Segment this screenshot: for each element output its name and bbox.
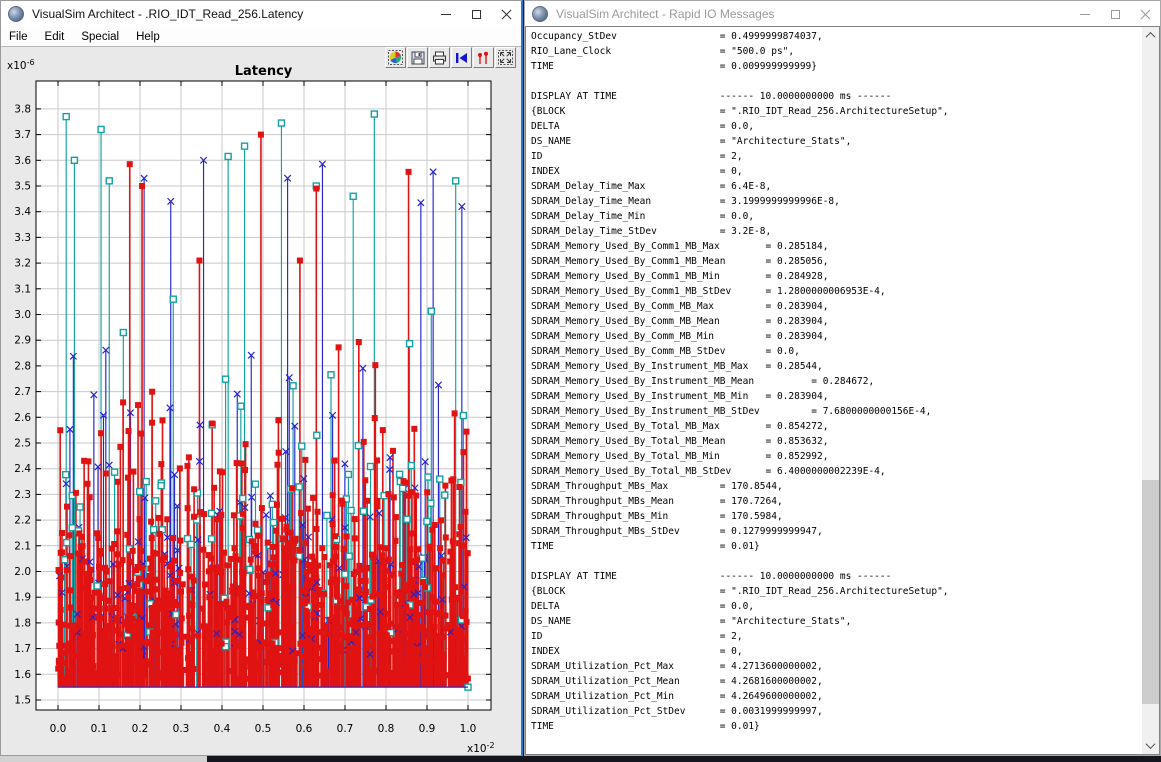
svg-text:0.8: 0.8 <box>378 723 395 735</box>
save-button[interactable] <box>407 47 428 68</box>
right-titlebar[interactable]: VisualSim Architect - Rapid IO Messages <box>525 1 1160 27</box>
print-button[interactable] <box>429 47 450 68</box>
minimize-button[interactable] <box>431 1 461 27</box>
left-window-title: VisualSim Architect - .RIO_IDT_Read_256.… <box>32 7 304 21</box>
svg-text:3.8: 3.8 <box>14 103 31 115</box>
svg-text:2.6: 2.6 <box>14 412 31 424</box>
svg-text:0.7: 0.7 <box>337 723 354 735</box>
left-titlebar[interactable]: VisualSim Architect - .RIO_IDT_Read_256.… <box>1 1 521 27</box>
svg-text:2.2: 2.2 <box>14 515 31 527</box>
scrollbar-thumb[interactable] <box>1142 480 1159 704</box>
stem-plot-button[interactable] <box>473 47 494 68</box>
right-window-title: VisualSim Architect - Rapid IO Messages <box>556 7 775 21</box>
menu-edit[interactable]: Edit <box>43 30 67 44</box>
minimize-icon <box>441 13 451 15</box>
menu-help[interactable]: Help <box>134 30 162 44</box>
visualsim-app-icon <box>532 6 548 22</box>
chart-panel: Latency 1.5 1.6 1.7 1.8 1.9 2.0 2.1 2.2 2.3 2.4 2.5… <box>1 47 521 755</box>
svg-text:2.5: 2.5 <box>14 438 31 450</box>
menu-special[interactable]: Special <box>79 30 121 44</box>
maximize-button[interactable] <box>461 1 491 27</box>
svg-text:2.3: 2.3 <box>14 489 31 501</box>
console-output-area[interactable]: Occupancy_StDev = 0.4999999874037, RIO_L… <box>525 26 1160 755</box>
svg-text:1.7: 1.7 <box>14 643 31 655</box>
console-output: Occupancy_StDev = 0.4999999874037, RIO_L… <box>531 31 949 732</box>
taskbar-strip <box>0 756 207 762</box>
svg-text:3.1: 3.1 <box>14 283 31 295</box>
minimize-icon <box>1080 13 1090 15</box>
svg-text:3.4: 3.4 <box>14 206 31 218</box>
svg-text:3.7: 3.7 <box>14 129 31 141</box>
fill-plot-icon <box>498 50 513 65</box>
maximize-icon <box>471 9 481 19</box>
scroll-up-button[interactable] <box>1142 27 1159 44</box>
svg-text:0.4: 0.4 <box>214 723 231 735</box>
stem-plot-icon <box>478 51 488 64</box>
svg-text:x10-6: x10-6 <box>7 58 35 72</box>
close-button[interactable] <box>1130 1 1160 27</box>
fill-plot-button[interactable] <box>495 47 516 68</box>
chevron-up-icon <box>1145 31 1156 42</box>
svg-text:0.0: 0.0 <box>50 723 67 735</box>
save-icon <box>411 51 424 64</box>
svg-text:1.6: 1.6 <box>14 669 31 681</box>
menu-file[interactable]: File <box>7 30 30 44</box>
print-icon <box>433 51 446 64</box>
svg-text:1.5: 1.5 <box>14 695 31 707</box>
svg-text:1.0: 1.0 <box>460 723 477 735</box>
close-button[interactable] <box>491 1 521 27</box>
svg-text:0.3: 0.3 <box>173 723 190 735</box>
palette-icon <box>388 50 403 65</box>
svg-text:2.9: 2.9 <box>14 335 31 347</box>
close-icon <box>1140 9 1151 20</box>
close-icon <box>501 9 512 20</box>
svg-text:3.5: 3.5 <box>14 181 31 193</box>
svg-text:0.1: 0.1 <box>91 723 108 735</box>
svg-text:Latency: Latency <box>235 64 293 79</box>
svg-text:3.2: 3.2 <box>14 258 31 270</box>
svg-text:0.6: 0.6 <box>296 723 313 735</box>
latency-chart[interactable]: Latency 1.5 1.6 1.7 1.8 1.9 2.0 2.1 2.2 2.3 2.4 2.5… <box>1 47 522 756</box>
svg-text:0.2: 0.2 <box>132 723 149 735</box>
svg-text:3.6: 3.6 <box>14 155 31 167</box>
chevron-down-icon <box>1145 739 1156 750</box>
svg-text:0.5: 0.5 <box>255 723 272 735</box>
minimize-button[interactable] <box>1070 1 1100 27</box>
visualsim-app-icon <box>8 6 24 22</box>
scroll-down-button[interactable] <box>1142 737 1159 754</box>
svg-text:2.0: 2.0 <box>14 566 31 578</box>
svg-text:1.8: 1.8 <box>14 617 31 629</box>
vertical-scrollbar[interactable] <box>1142 27 1159 754</box>
svg-text:2.4: 2.4 <box>14 463 31 475</box>
maximize-button[interactable] <box>1100 1 1130 27</box>
svg-text:3.0: 3.0 <box>14 309 31 321</box>
svg-text:2.7: 2.7 <box>14 386 31 398</box>
svg-text:2.1: 2.1 <box>14 540 31 552</box>
palette-button[interactable] <box>385 47 406 68</box>
reset-axes-button[interactable] <box>451 47 472 68</box>
svg-text:0.9: 0.9 <box>419 723 436 735</box>
svg-text:x10-2: x10-2 <box>467 741 495 755</box>
rapid-io-messages-window: VisualSim Architect - Rapid IO Messages … <box>524 0 1161 756</box>
latency-plot-window: VisualSim Architect - .RIO_IDT_Read_256.… <box>0 0 523 756</box>
maximize-icon <box>1110 9 1120 19</box>
svg-text:2.8: 2.8 <box>14 360 31 372</box>
plot-toolbar <box>384 47 516 68</box>
reset-axes-icon <box>456 52 467 63</box>
svg-text:3.3: 3.3 <box>14 232 31 244</box>
menubar: File Edit Special Help <box>1 27 521 47</box>
svg-text:1.9: 1.9 <box>14 592 31 604</box>
